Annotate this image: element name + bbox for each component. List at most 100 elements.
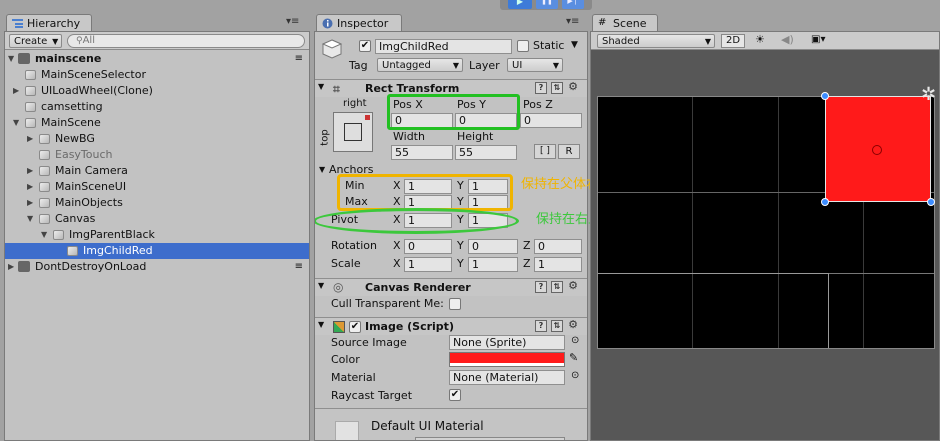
tab-scene[interactable]: # Scene: [592, 14, 658, 32]
scale-x-field[interactable]: 1: [404, 257, 452, 272]
material-preview-swatch: [335, 421, 359, 440]
scale-y-field[interactable]: 1: [468, 257, 518, 272]
preset-icon[interactable]: ⇅: [551, 82, 563, 94]
anchors-fold-icon[interactable]: ▼: [319, 165, 325, 174]
object-picker-icon[interactable]: ⊙: [571, 335, 579, 346]
scale-label: Scale: [331, 257, 361, 270]
object-picker-icon[interactable]: ⊙: [571, 370, 579, 381]
gameobject-icon: [25, 86, 36, 96]
raycast-target-checkbox[interactable]: ✔: [449, 389, 461, 401]
rot-z-field[interactable]: 0: [534, 239, 582, 254]
width-field[interactable]: 55: [391, 145, 453, 160]
static-chevron-icon[interactable]: ▼: [571, 40, 578, 50]
rect-handle[interactable]: [927, 198, 935, 206]
audio-icon[interactable]: ◀): [781, 33, 794, 46]
pause-button[interactable]: ❚❚: [536, 0, 558, 9]
fold-icon[interactable]: ▶: [27, 163, 33, 178]
create-dropdown[interactable]: Create ▼: [9, 34, 63, 48]
anchor-preset-button[interactable]: [333, 112, 373, 152]
gear-icon[interactable]: ⚙: [567, 81, 579, 94]
fold-icon[interactable]: ▼: [13, 115, 19, 130]
scale-z-field[interactable]: 1: [534, 257, 582, 272]
active-checkbox[interactable]: ✔: [359, 40, 371, 52]
help-icon[interactable]: ?: [535, 281, 547, 293]
fold-icon[interactable]: ▼: [318, 82, 324, 91]
fold-icon[interactable]: ▼: [318, 320, 324, 329]
gear-icon[interactable]: ⚙: [567, 319, 579, 332]
gameobject-icon: [67, 246, 78, 256]
gear-icon[interactable]: ⚙: [567, 280, 579, 293]
hierarchy-menu-icon[interactable]: ▾≡: [286, 16, 299, 27]
material-field[interactable]: None (Material): [449, 370, 565, 385]
material-shader-dropdown[interactable]: [415, 437, 565, 440]
anchor-preset-red-corner-icon: [365, 115, 370, 120]
inspector-menu-icon[interactable]: ▾≡: [566, 16, 579, 27]
anchor-v-label: top: [319, 129, 331, 146]
hierarchy-item[interactable]: EasyTouch: [5, 147, 309, 163]
object-name-field[interactable]: ImgChildRed: [375, 39, 512, 54]
canvas-renderer-header[interactable]: ▼ ◎ Canvas Renderer ? ⇅ ⚙: [315, 278, 587, 296]
preset-icon[interactable]: ⇅: [551, 320, 563, 332]
preset-icon[interactable]: ⇅: [551, 281, 563, 293]
anchor-flower-icon[interactable]: ✲: [921, 86, 936, 104]
tab-inspector[interactable]: Inspector: [316, 14, 402, 32]
hierarchy-item[interactable]: ▼ ImgParentBlack: [5, 227, 309, 243]
scene-menu-icon[interactable]: ≡: [295, 51, 303, 66]
fold-icon[interactable]: ▼: [41, 227, 47, 242]
blueprint-button[interactable]: [ ]: [534, 144, 556, 159]
source-image-field[interactable]: None (Sprite): [449, 335, 565, 350]
color-field[interactable]: [449, 352, 565, 367]
fold-icon[interactable]: ▶: [27, 179, 33, 194]
rot-y-field[interactable]: 0: [468, 239, 518, 254]
hierarchy-item[interactable]: ▶ MainObjects: [5, 195, 309, 211]
pos-z-field[interactable]: 0: [520, 113, 582, 128]
scene-row[interactable]: ▼ mainscene ≡: [5, 51, 309, 67]
info-icon: [322, 18, 333, 29]
help-icon[interactable]: ?: [535, 82, 547, 94]
image-enabled-checkbox[interactable]: ✔: [349, 321, 361, 333]
rot-x-field[interactable]: 0: [404, 239, 452, 254]
chevron-down-icon: ▼: [52, 37, 59, 46]
mode-2d-button[interactable]: 2D: [721, 34, 745, 48]
fold-icon[interactable]: ▼: [8, 51, 14, 66]
height-field[interactable]: 55: [455, 145, 517, 160]
color-label: Color: [331, 353, 360, 366]
hierarchy-item[interactable]: ▼ Canvas: [5, 211, 309, 227]
cull-transparent-checkbox[interactable]: [449, 298, 461, 310]
help-icon[interactable]: ?: [535, 320, 547, 332]
hierarchy-item[interactable]: ▶ MainSceneUI: [5, 179, 309, 195]
raw-edit-button[interactable]: R: [558, 144, 580, 159]
hierarchy-item[interactable]: ImgChildRed: [5, 243, 309, 259]
fold-icon[interactable]: ▶: [27, 131, 33, 146]
hierarchy-item[interactable]: ▶ UILoadWheel(Clone): [5, 83, 309, 99]
hierarchy-item[interactable]: ▶ NewBG: [5, 131, 309, 147]
effects-icon[interactable]: ▣▾: [811, 34, 825, 45]
fold-icon[interactable]: ▼: [27, 211, 33, 226]
gameobject-icon: [25, 70, 36, 80]
dont-destroy-row[interactable]: ▶ DontDestroyOnLoad ≡: [5, 259, 309, 275]
rect-handle[interactable]: [821, 198, 829, 206]
fold-icon[interactable]: ▼: [318, 281, 324, 290]
fold-icon[interactable]: ▶: [8, 259, 14, 274]
tag-dropdown[interactable]: Untagged ▼: [377, 58, 463, 72]
rect-handle[interactable]: [821, 92, 829, 100]
image-component-icon: [333, 321, 345, 333]
dont-destroy-menu-icon[interactable]: ≡: [295, 259, 303, 274]
search-field[interactable]: ⚲All: [67, 34, 305, 48]
hierarchy-item[interactable]: camsetting: [5, 99, 309, 115]
img-child-red-rect[interactable]: [825, 96, 931, 202]
static-checkbox[interactable]: [517, 40, 529, 52]
lighting-icon[interactable]: ☀: [755, 33, 765, 46]
shading-mode-dropdown[interactable]: Shaded ▼: [597, 34, 715, 48]
hierarchy-item[interactable]: ▶ Main Camera: [5, 163, 309, 179]
hierarchy-item[interactable]: MainSceneSelector: [5, 67, 309, 83]
image-header[interactable]: ▼ ✔ Image (Script) ? ⇅ ⚙: [315, 317, 587, 335]
hierarchy-item[interactable]: ▼ MainScene: [5, 115, 309, 131]
fold-icon[interactable]: ▶: [27, 195, 33, 210]
step-button[interactable]: ▶❘: [562, 0, 584, 9]
layer-dropdown[interactable]: UI ▼: [507, 58, 563, 72]
tab-hierarchy[interactable]: Hierarchy: [6, 14, 92, 32]
fold-icon[interactable]: ▶: [13, 83, 19, 98]
eyedropper-icon[interactable]: ✎: [569, 351, 578, 364]
play-button[interactable]: ▶: [508, 0, 532, 9]
